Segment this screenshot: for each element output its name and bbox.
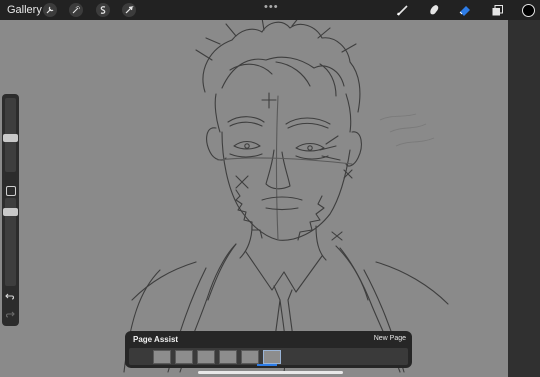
drawing-canvas[interactable]	[0, 20, 508, 377]
selection-icon[interactable]	[95, 0, 111, 20]
page-assist-title: Page Assist	[133, 335, 179, 344]
home-indicator[interactable]	[198, 371, 343, 374]
top-toolbar: Gallery •••	[0, 0, 540, 20]
new-page-button[interactable]: New Page	[374, 335, 406, 342]
undo-icon[interactable]	[5, 291, 15, 304]
wrench-icon[interactable]	[42, 0, 58, 20]
page-thumbnail[interactable]	[175, 350, 193, 364]
page-thumbnail[interactable]	[153, 350, 171, 364]
opacity-slider[interactable]	[3, 198, 18, 286]
brush-size-slider[interactable]	[3, 98, 18, 172]
page-thumbnail[interactable]	[197, 350, 215, 364]
brush-size-handle[interactable]	[3, 134, 18, 142]
selected-page-indicator	[257, 364, 277, 366]
modify-square-icon[interactable]	[6, 186, 16, 196]
page-thumbnail-strip	[129, 348, 408, 365]
sketch-drawing	[123, 20, 449, 373]
more-options-icon[interactable]: •••	[264, 1, 279, 13]
transform-arrow-icon[interactable]	[121, 0, 137, 20]
smudge-icon[interactable]	[426, 0, 442, 20]
opacity-handle[interactable]	[3, 208, 18, 216]
layers-icon[interactable]	[489, 0, 505, 20]
redo-icon[interactable]	[5, 309, 15, 322]
right-panel	[508, 20, 540, 377]
page-thumbnail[interactable]	[241, 350, 259, 364]
page-thumbnail[interactable]	[219, 350, 237, 364]
color-swatch[interactable]	[520, 0, 536, 20]
gallery-button[interactable]: Gallery	[7, 0, 42, 20]
brush-icon[interactable]	[395, 0, 411, 20]
page-assist-panel: Page Assist New Page	[125, 331, 412, 368]
left-sidebar	[2, 94, 19, 326]
eraser-icon[interactable]	[457, 0, 473, 20]
magic-wand-icon[interactable]	[68, 0, 84, 20]
page-thumbnail-selected[interactable]	[263, 350, 281, 364]
